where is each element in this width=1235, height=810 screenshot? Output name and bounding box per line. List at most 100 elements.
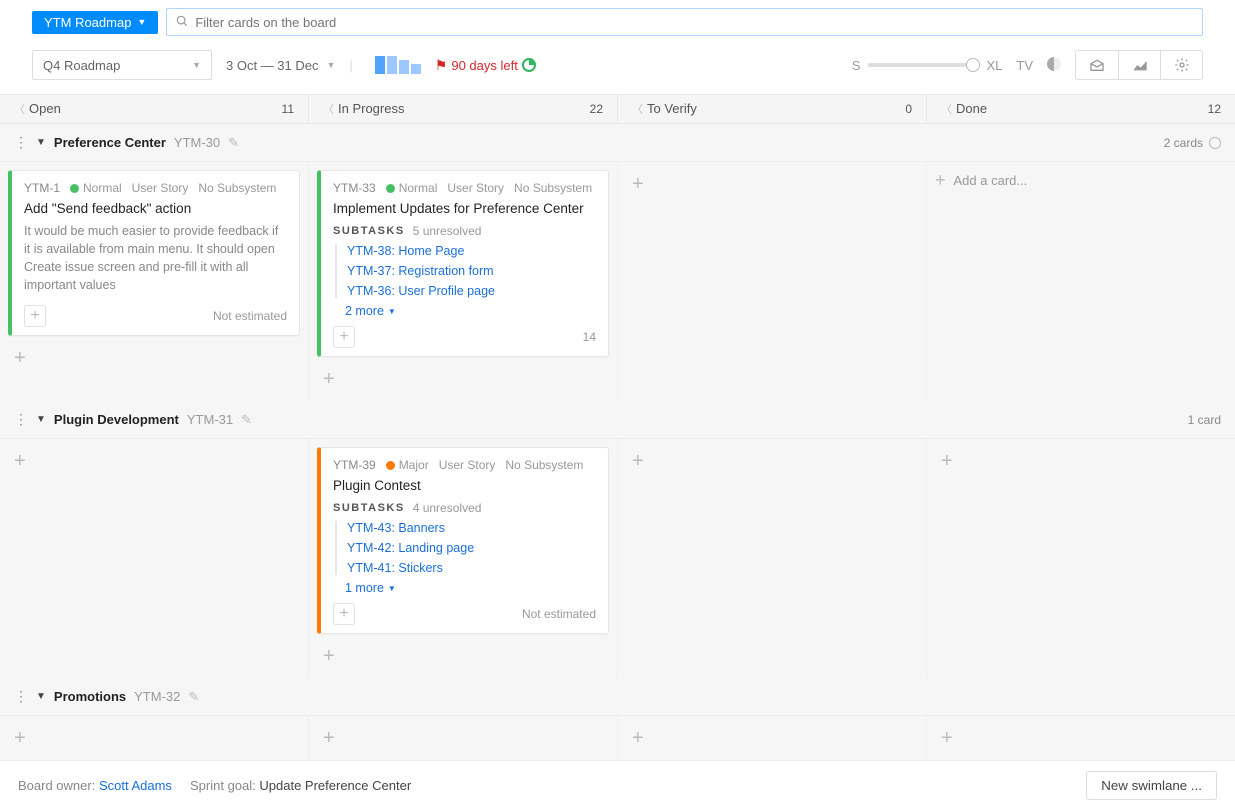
card-id: YTM-1 <box>24 181 60 195</box>
card-id: YTM-33 <box>333 181 376 195</box>
card-ytm-39[interactable]: YTM-39 Major User Story No Subsystem Plu… <box>317 447 609 634</box>
tv-mode-button[interactable]: TV <box>1016 58 1033 73</box>
cell-inprogress-plugin[interactable]: YTM-39 Major User Story No Subsystem Plu… <box>309 439 618 678</box>
swimlane-code: YTM-30 <box>174 135 220 150</box>
chart-button[interactable] <box>1118 51 1160 79</box>
zoom-knob[interactable] <box>966 58 980 72</box>
swimlane-title: Preference Center <box>54 135 166 150</box>
sprint-goal-label: Sprint goal: <box>190 778 256 793</box>
add-card-button[interactable]: + <box>935 724 959 752</box>
card-estimate: Not estimated <box>213 309 287 323</box>
column-headers: 〈Open 11 〈In Progress 22 〈To Verify 0 〈D… <box>0 94 1235 124</box>
cell-toverify-preference[interactable]: + <box>618 162 927 401</box>
board-owner-link[interactable]: Scott Adams <box>99 778 172 793</box>
sprint-goal-value: Update Preference Center <box>259 778 411 793</box>
add-subtask-button[interactable]: + <box>24 305 46 327</box>
subtasks-unresolved: 4 unresolved <box>413 501 482 515</box>
add-card-button[interactable]: + <box>935 447 959 475</box>
add-card-button[interactable]: + <box>8 724 32 752</box>
cell-inprogress-preference[interactable]: YTM-33 Normal User Story No Subsystem Im… <box>309 162 618 401</box>
contrast-icon <box>1047 57 1061 71</box>
add-card-button[interactable]: + <box>626 170 650 198</box>
subtask-link[interactable]: YTM-37: Registration form <box>347 264 596 278</box>
collapse-toggle[interactable]: ▼ <box>36 691 46 702</box>
column-count: 12 <box>1208 102 1221 116</box>
card-ytm-33[interactable]: YTM-33 Normal User Story No Subsystem Im… <box>317 170 609 357</box>
swimlane-summary: 1 card <box>1188 413 1221 427</box>
priority-dot-icon <box>70 184 79 193</box>
column-header-to-verify[interactable]: 〈To Verify 0 <box>618 95 927 123</box>
add-card-button[interactable]: + <box>626 447 650 475</box>
subtasks-unresolved: 5 unresolved <box>413 224 482 238</box>
add-card-button[interactable]: + <box>317 642 341 670</box>
column-header-in-progress[interactable]: 〈In Progress 22 <box>309 95 618 123</box>
zoom-track[interactable] <box>868 63 978 67</box>
cell-toverify-plugin[interactable]: + <box>618 439 927 678</box>
edit-icon[interactable]: ✎ <box>241 412 252 428</box>
sprint-date-range[interactable]: 3 Oct — 31 Dec ▼ <box>226 58 335 73</box>
edit-icon[interactable]: ✎ <box>228 135 239 151</box>
column-count: 11 <box>282 102 294 116</box>
summary-circle-icon <box>1209 137 1221 149</box>
subtasks-more-toggle[interactable]: 2 more ▼ <box>345 304 596 318</box>
edit-icon[interactable]: ✎ <box>188 689 199 705</box>
card-title: Add "Send feedback" action <box>24 201 287 216</box>
sprint-select[interactable]: Q4 Roadmap ▼ <box>32 50 212 80</box>
swimlane-header-plugin: ⋮ ▼ Plugin Development YTM-31 ✎ 1 card <box>0 401 1235 439</box>
board-selector[interactable]: YTM Roadmap ▼ <box>32 11 158 34</box>
card-estimate: Not estimated <box>522 607 596 621</box>
subtasks-more-toggle[interactable]: 1 more ▼ <box>345 581 596 595</box>
priority-dot-icon <box>386 461 395 470</box>
cell-done-plugin[interactable]: + <box>927 439 1235 678</box>
cell-open-plugin[interactable]: + <box>0 439 309 678</box>
swimlane-title: Promotions <box>54 689 126 704</box>
subtask-link[interactable]: YTM-42: Landing page <box>347 541 596 555</box>
chevron-left-icon: 〈 <box>323 104 334 116</box>
card-size-toggle[interactable] <box>375 56 421 74</box>
board-footer: Board owner: Scott Adams Sprint goal: Up… <box>0 760 1235 810</box>
add-card-button[interactable]: + <box>317 365 341 393</box>
collapse-toggle[interactable]: ▼ <box>36 137 46 148</box>
drag-handle-icon[interactable]: ⋮ <box>14 688 28 705</box>
card-priority: Normal <box>399 181 438 195</box>
cell-done-preference[interactable]: + Add a card... <box>927 162 1235 401</box>
subtasks-label: SUBTASKS <box>333 225 405 237</box>
swimlane-header-preference: ⋮ ▼ Preference Center YTM-30 ✎ 2 cards <box>0 124 1235 162</box>
drag-handle-icon[interactable]: ⋮ <box>14 411 28 428</box>
cell-toverify-promotions[interactable]: + <box>618 716 927 760</box>
sprint-name: Q4 Roadmap <box>43 58 120 73</box>
add-card-button[interactable]: + <box>317 724 341 752</box>
date-range-label: 3 Oct — 31 Dec <box>226 58 318 73</box>
column-header-open[interactable]: 〈Open 11 <box>0 95 309 123</box>
settings-button[interactable] <box>1160 51 1202 79</box>
drag-handle-icon[interactable]: ⋮ <box>14 134 28 151</box>
subtask-link[interactable]: YTM-38: Home Page <box>347 244 596 258</box>
column-count: 0 <box>905 102 912 116</box>
subtask-link[interactable]: YTM-41: Stickers <box>347 561 596 575</box>
collapse-toggle[interactable]: ▼ <box>36 414 46 425</box>
add-card-button[interactable]: + <box>626 724 650 752</box>
cell-open-promotions[interactable]: + <box>0 716 309 760</box>
zoom-slider[interactable]: S XL <box>852 58 1003 73</box>
new-swimlane-button[interactable]: New swimlane ... <box>1086 771 1217 800</box>
chevron-left-icon: 〈 <box>14 104 25 116</box>
add-card-button[interactable]: + <box>8 344 32 372</box>
cell-done-promotions[interactable]: + <box>927 716 1235 760</box>
contrast-toggle[interactable] <box>1047 57 1061 74</box>
filter-input[interactable] <box>195 15 1194 30</box>
swimlane-summary: 2 cards <box>1164 136 1203 150</box>
add-card-link[interactable]: + Add a card... <box>935 170 1227 191</box>
add-card-button[interactable]: + <box>8 447 32 475</box>
cell-inprogress-promotions[interactable]: + <box>309 716 618 760</box>
subtask-link[interactable]: YTM-36: User Profile page <box>347 284 596 298</box>
backlog-button[interactable] <box>1076 51 1118 79</box>
card-ytm-1[interactable]: YTM-1 Normal User Story No Subsystem Add… <box>8 170 300 336</box>
card-type: User Story <box>439 458 496 472</box>
column-header-done[interactable]: 〈Done 12 <box>927 95 1235 123</box>
add-subtask-button[interactable]: + <box>333 603 355 625</box>
chevron-left-icon: 〈 <box>632 104 643 116</box>
subtask-link[interactable]: YTM-43: Banners <box>347 521 596 535</box>
progress-pie-icon <box>522 58 536 72</box>
cell-open-preference[interactable]: YTM-1 Normal User Story No Subsystem Add… <box>0 162 309 401</box>
add-subtask-button[interactable]: + <box>333 326 355 348</box>
